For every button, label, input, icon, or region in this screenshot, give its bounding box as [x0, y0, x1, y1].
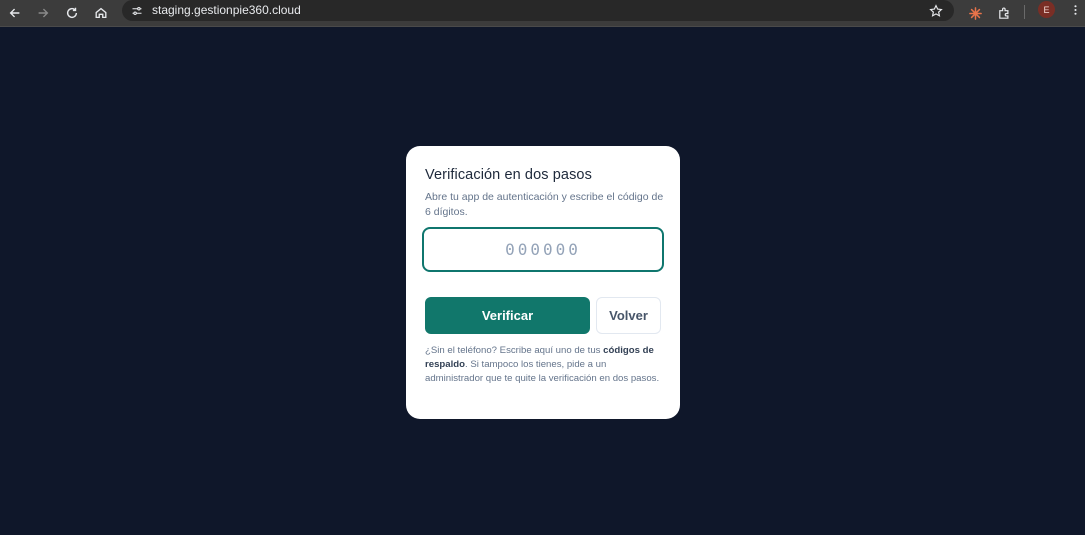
card-title: Verificación en dos pasos [425, 167, 592, 183]
extensions-puzzle-icon[interactable] [993, 2, 1015, 24]
bookmark-star-icon[interactable] [927, 2, 944, 19]
toolbar-separator [1024, 5, 1025, 19]
extension-burst-icon[interactable] [964, 2, 986, 24]
address-bar[interactable]: staging.gestionpie360.cloud [122, 0, 954, 21]
card-subtitle: Abre tu app de autenticación y escribe e… [425, 191, 664, 218]
site-settings-icon[interactable] [128, 2, 145, 19]
more-vertical-icon[interactable] [1068, 1, 1082, 19]
verification-code-input[interactable] [422, 227, 664, 272]
back-arrow-icon[interactable] [4, 2, 26, 24]
profile-avatar[interactable]: E [1038, 1, 1055, 18]
home-icon[interactable] [90, 2, 112, 24]
verify-button[interactable]: Verificar [425, 297, 590, 334]
reload-icon[interactable] [61, 2, 83, 24]
url-text: staging.gestionpie360.cloud [152, 3, 301, 17]
back-button[interactable]: Volver [596, 297, 661, 334]
two-step-verification-card: Verificación en dos pasos Abre tu app de… [406, 146, 680, 419]
browser-toolbar: staging.gestionpie360.cloud E [0, 0, 1085, 27]
help-text-start: ¿Sin el teléfono? Escribe aquí uno de tu… [425, 345, 604, 356]
backup-codes-help: ¿Sin el teléfono? Escribe aquí uno de tu… [425, 344, 663, 386]
forward-arrow-icon[interactable] [32, 2, 54, 24]
